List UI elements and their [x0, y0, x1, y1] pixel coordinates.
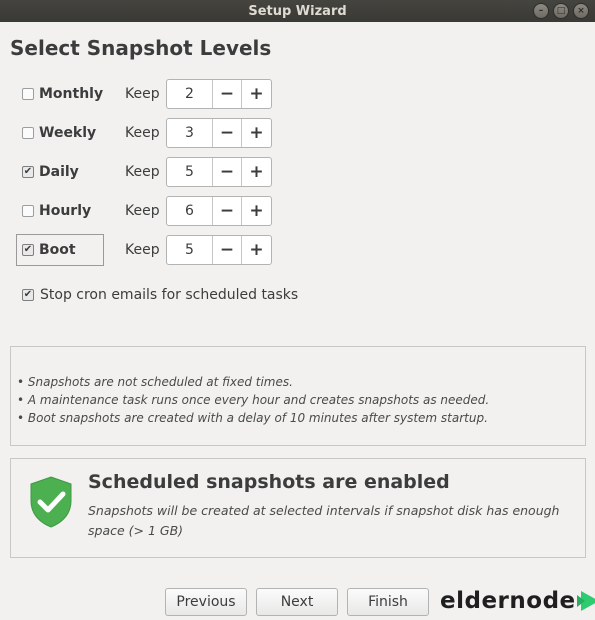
level-label: Daily — [39, 164, 79, 180]
level-checkbox[interactable] — [22, 205, 34, 217]
level-checkbox[interactable]: ✔ — [22, 166, 34, 178]
increment-button[interactable]: + — [242, 158, 271, 186]
decrement-button[interactable]: − — [213, 236, 242, 264]
decrement-button[interactable]: − — [213, 80, 242, 108]
level-label: Weekly — [39, 125, 97, 141]
note-line: • Snapshots are not scheduled at fixed t… — [17, 375, 293, 389]
decrement-button[interactable]: − — [213, 158, 242, 186]
increment-button[interactable]: + — [242, 119, 271, 147]
decrement-button[interactable]: − — [213, 119, 242, 147]
keep-count-value[interactable]: 6 — [167, 197, 213, 225]
window-title: Setup Wizard — [248, 3, 347, 19]
level-label: Hourly — [39, 203, 92, 219]
notes-panel: • Snapshots are not scheduled at fixed t… — [10, 346, 586, 446]
level-row-monthly: Monthly Keep 2− + — [16, 78, 276, 110]
keep-label: Keep — [125, 125, 160, 141]
keep-label: Keep — [125, 86, 160, 102]
keep-count-value[interactable]: 5 — [167, 236, 213, 264]
keep-count-value[interactable]: 2 — [167, 80, 213, 108]
increment-button[interactable]: + — [242, 80, 271, 108]
increment-button[interactable]: + — [242, 197, 271, 225]
previous-button[interactable]: Previous — [165, 588, 247, 616]
keep-count-value[interactable]: 3 — [167, 119, 213, 147]
decrement-button[interactable]: − — [213, 197, 242, 225]
close-icon[interactable]: × — [573, 3, 589, 19]
level-row-weekly: Weekly Keep 3− + — [16, 117, 276, 149]
keep-label: Keep — [125, 203, 160, 219]
window-controls: – □ × — [533, 3, 589, 19]
keep-label: Keep — [125, 242, 160, 258]
cron-emails-label: Stop cron emails for scheduled tasks — [40, 287, 299, 303]
level-label: Monthly — [39, 86, 104, 102]
title-bar: Setup Wizard – □ × — [0, 0, 595, 22]
level-checkbox[interactable] — [22, 88, 34, 100]
shield-check-icon — [30, 476, 72, 528]
increment-button[interactable]: + — [242, 236, 271, 264]
status-panel: Scheduled snapshots are enabled Snapshot… — [10, 458, 586, 558]
cron-emails-checkbox[interactable]: ✔ — [22, 289, 34, 301]
level-checkbox[interactable] — [22, 127, 34, 139]
keep-count-stepper[interactable]: 6− + — [166, 196, 272, 226]
minimize-icon[interactable]: – — [533, 3, 549, 19]
page-title: Select Snapshot Levels — [10, 36, 272, 60]
play-arrow-icon — [576, 591, 595, 611]
status-title: Scheduled snapshots are enabled — [88, 471, 450, 493]
note-line: • Boot snapshots are created with a dela… — [17, 411, 488, 425]
keep-count-stepper[interactable]: 5− + — [166, 157, 272, 187]
level-row-boot: ✔ Boot Keep 5− + — [16, 234, 276, 266]
keep-count-value[interactable]: 5 — [167, 158, 213, 186]
watermark-logo: eldernode — [440, 586, 595, 616]
maximize-icon[interactable]: □ — [553, 3, 569, 19]
level-label: Boot — [39, 242, 76, 258]
level-row-daily: ✔ Daily Keep 5− + — [16, 156, 276, 188]
cron-emails-row[interactable]: ✔ Stop cron emails for scheduled tasks — [22, 285, 298, 305]
note-line: • A maintenance task runs once every hou… — [17, 393, 490, 407]
level-row-hourly: Hourly Keep 6− + — [16, 195, 276, 227]
next-button[interactable]: Next — [256, 588, 338, 616]
keep-label: Keep — [125, 164, 160, 180]
level-checkbox[interactable]: ✔ — [22, 244, 34, 256]
watermark-text: eldernode — [440, 588, 576, 614]
keep-count-stepper[interactable]: 5− + — [166, 235, 272, 265]
status-message: Snapshots will be created at selected in… — [88, 503, 560, 538]
keep-count-stepper[interactable]: 3− + — [166, 118, 272, 148]
finish-button[interactable]: Finish — [347, 588, 429, 616]
keep-count-stepper[interactable]: 2− + — [166, 79, 272, 109]
